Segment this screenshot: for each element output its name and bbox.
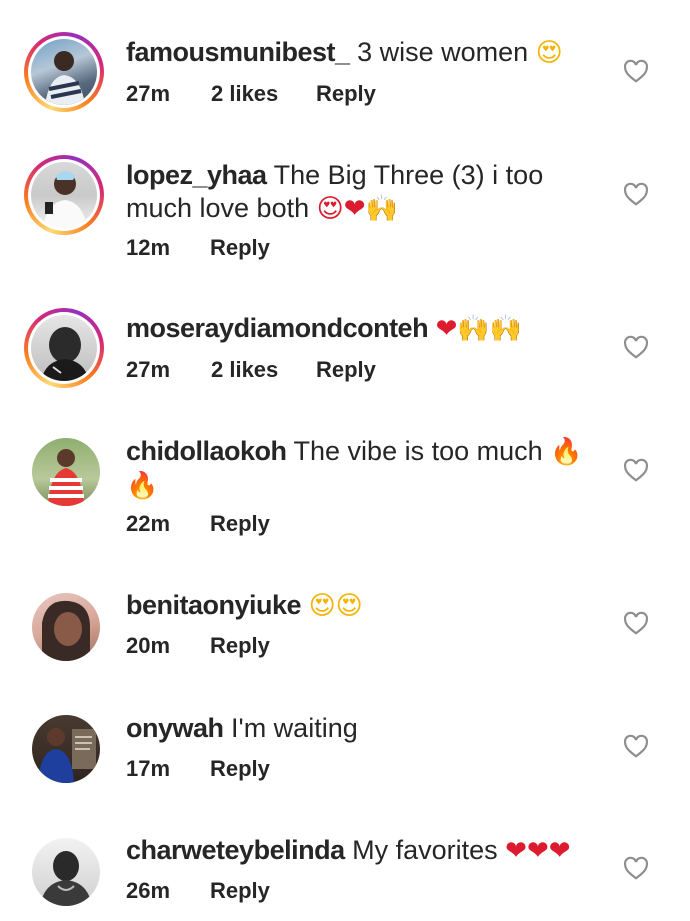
reply-button[interactable]: Reply	[316, 356, 376, 384]
comment-text: charweteybelinda My favorites ❤❤❤	[126, 834, 596, 868]
heart-outline-icon[interactable]	[623, 335, 649, 359]
comment-text: famousmunibest_ 3 wise women 😍	[126, 36, 596, 70]
emoji: 😍😍	[308, 591, 363, 621]
comment-username[interactable]: moseraydiamondconteh	[126, 313, 429, 343]
reply-button[interactable]: Reply	[210, 755, 270, 783]
heart-outline-icon[interactable]	[623, 182, 649, 206]
comment-body: 3 wise women	[357, 37, 529, 67]
comment-username[interactable]: lopez_yhaa	[126, 160, 267, 190]
avatar[interactable]	[32, 438, 100, 506]
avatar[interactable]	[32, 715, 100, 783]
heart-outline-icon[interactable]	[623, 59, 649, 83]
comment-body: The vibe is too much	[293, 436, 543, 466]
emoji: ❤❤❤	[505, 836, 571, 866]
comment-text: lopez_yhaa The Big Three (3) i too much …	[126, 159, 596, 226]
heart-outline-icon[interactable]	[623, 856, 649, 880]
comment-text: benitaonyiuke 😍😍	[126, 589, 596, 623]
likes-count[interactable]: 2 likes	[211, 80, 278, 108]
heart-outline-icon[interactable]	[623, 458, 649, 482]
comment-text: onywah I'm waiting	[126, 712, 596, 745]
comment-time: 17m	[126, 756, 171, 781]
avatar[interactable]	[24, 32, 104, 112]
reply-button[interactable]: Reply	[210, 510, 270, 538]
comment-username[interactable]: charweteybelinda	[126, 835, 345, 865]
comment-time: 12m	[126, 235, 171, 260]
emoji: 😍	[535, 38, 563, 68]
comment-username[interactable]: famousmunibest_	[126, 37, 350, 67]
reply-button[interactable]: Reply	[316, 80, 376, 108]
avatar[interactable]	[32, 593, 100, 661]
comment-time: 22m	[126, 511, 171, 536]
comment-username[interactable]: chidollaokoh	[126, 436, 287, 466]
reply-button[interactable]: Reply	[210, 632, 270, 660]
avatar[interactable]	[24, 308, 104, 388]
likes-count[interactable]: 2 likes	[211, 356, 278, 384]
emoji: 😍❤🙌	[316, 194, 398, 224]
comment-text: moseraydiamondconteh ❤🙌🙌	[126, 312, 596, 346]
comment-username[interactable]: benitaonyiuke	[126, 590, 302, 620]
comment-time: 26m	[126, 878, 171, 903]
comment-time: 27m	[126, 81, 171, 106]
comment-body: My favorites	[352, 835, 498, 865]
comment-time: 20m	[126, 633, 171, 658]
reply-button[interactable]: Reply	[210, 877, 270, 905]
heart-outline-icon[interactable]	[623, 611, 649, 635]
comment-body: I'm waiting	[231, 713, 358, 743]
reply-button[interactable]: Reply	[210, 234, 270, 262]
comment-username[interactable]: onywah	[126, 713, 224, 743]
avatar[interactable]	[32, 838, 100, 906]
comment-text: chidollaokoh The vibe is too much 🔥🔥	[126, 435, 596, 503]
comment-time: 27m	[126, 357, 171, 382]
avatar[interactable]	[24, 155, 104, 235]
emoji: ❤🙌🙌	[435, 314, 523, 344]
heart-outline-icon[interactable]	[623, 734, 649, 758]
